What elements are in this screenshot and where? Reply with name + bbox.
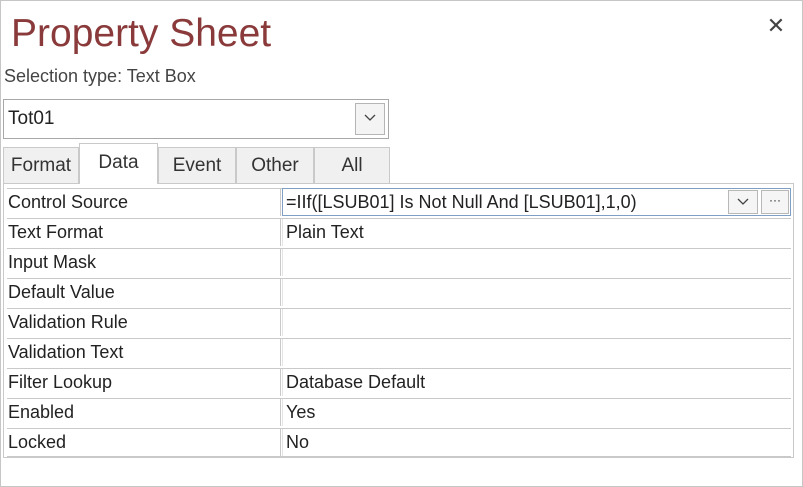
property-row-enabled[interactable]: Enabled Yes — [7, 398, 791, 426]
property-row-validation-text[interactable]: Validation Text — [7, 338, 791, 366]
control-source-field[interactable]: =IIf([LSUB01] Is Not Null And [LSUB01],1… — [282, 188, 791, 216]
property-label: Input Mask — [7, 249, 281, 276]
property-label: Locked — [7, 429, 281, 456]
property-value[interactable] — [282, 249, 791, 276]
close-icon[interactable]: ✕ — [765, 15, 787, 37]
property-label: Enabled — [7, 399, 281, 426]
property-label: Default Value — [7, 279, 281, 306]
property-row-default-value[interactable]: Default Value — [7, 278, 791, 306]
tab-data[interactable]: Data — [79, 143, 158, 184]
property-label: Validation Rule — [7, 309, 281, 336]
chevron-down-icon — [737, 198, 749, 205]
selection-type-label: Selection type: Text Box — [4, 66, 196, 86]
property-row-validation-rule[interactable]: Validation Rule — [7, 308, 791, 336]
property-row-input-mask[interactable]: Input Mask — [7, 248, 791, 276]
object-selector-dropdown-button[interactable] — [355, 103, 385, 135]
property-row-locked[interactable]: Locked No — [7, 428, 791, 457]
property-label: Text Format — [7, 219, 281, 246]
property-row-text-format[interactable]: Text Format Plain Text — [7, 218, 791, 246]
expression-builder-button[interactable]: ··· — [761, 190, 789, 214]
panel-title: Property Sheet — [11, 12, 272, 55]
tab-all[interactable]: All — [314, 147, 390, 183]
property-value[interactable]: Yes — [282, 399, 791, 426]
tab-other[interactable]: Other — [236, 147, 314, 183]
property-row-control-source[interactable]: Control Source =IIf([LSUB01] Is Not Null… — [7, 188, 791, 216]
object-selector-value: Tot01 — [8, 108, 55, 129]
control-source-dropdown-button[interactable] — [728, 190, 758, 214]
object-selector-combo[interactable]: Tot01 — [3, 99, 389, 139]
property-label: Filter Lookup — [7, 369, 281, 396]
property-value[interactable]: Database Default — [282, 369, 791, 396]
property-grid: Control Source =IIf([LSUB01] Is Not Null… — [3, 183, 794, 458]
property-label: Validation Text — [7, 339, 281, 366]
property-label: Control Source — [7, 189, 281, 216]
property-value[interactable] — [282, 309, 791, 336]
property-value[interactable] — [282, 339, 791, 366]
chevron-down-icon — [364, 114, 376, 121]
property-sheet-panel: Property Sheet ✕ Selection type: Text Bo… — [0, 0, 803, 487]
property-tabs: Format Data Event Other All — [3, 143, 393, 184]
property-value[interactable]: No — [282, 429, 791, 456]
property-value[interactable] — [282, 279, 791, 306]
control-source-value: =IIf([LSUB01] Is Not Null And [LSUB01],1… — [286, 192, 637, 212]
tab-event[interactable]: Event — [158, 147, 236, 183]
property-row-filter-lookup[interactable]: Filter Lookup Database Default — [7, 368, 791, 396]
tab-format[interactable]: Format — [3, 147, 79, 183]
property-value[interactable]: Plain Text — [282, 219, 791, 246]
